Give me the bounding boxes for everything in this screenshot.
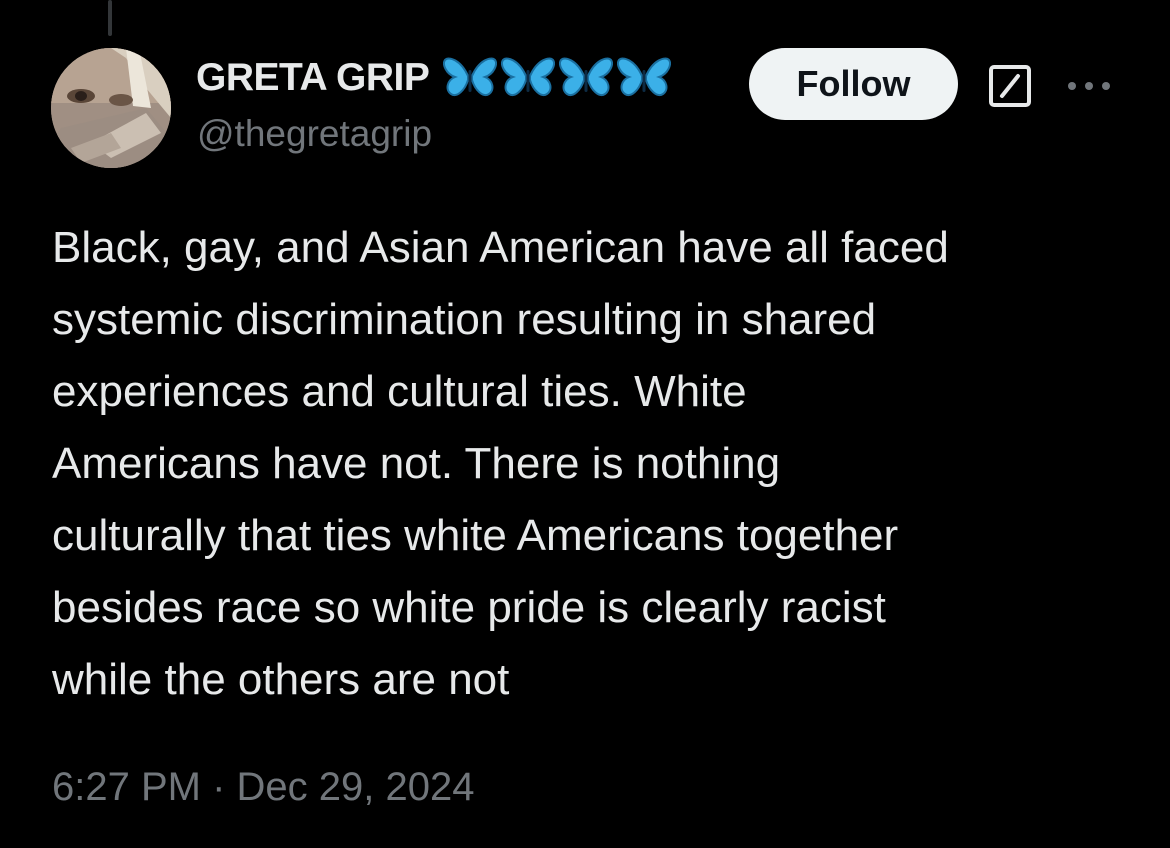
grok-icon[interactable] — [988, 64, 1032, 108]
tweet-date: Dec 29, 2024 — [236, 765, 475, 809]
tweet-text: Black, gay, and Asian American have all … — [52, 212, 1142, 716]
avatar-image — [51, 48, 171, 168]
tweet-time: 6:27 PM — [52, 765, 201, 809]
butterfly-icon — [617, 57, 672, 96]
separator-dot: · — [212, 765, 226, 809]
avatar[interactable] — [51, 48, 171, 168]
butterfly-icon — [559, 57, 614, 96]
tweet-text-line: experiences and cultural ties. White — [52, 367, 747, 416]
author-name-row: GRETA GRIP — [196, 52, 672, 104]
follow-button[interactable]: Follow — [749, 48, 958, 120]
tweet-text-line: Black, gay, and Asian American have all … — [52, 223, 949, 272]
timestamp[interactable]: 6:27 PM · Dec 29, 2024 — [52, 765, 475, 810]
tweet-text-line: systemic discrimination resulting in sha… — [52, 295, 877, 344]
thread-connector-line — [108, 0, 112, 36]
tweet-text-line: Americans have not. There is nothing — [52, 439, 781, 488]
butterfly-icon — [443, 57, 498, 96]
butterfly-icon — [501, 57, 556, 96]
author-display-name[interactable]: GRETA GRIP — [196, 56, 430, 100]
tweet-text-line: culturally that ties white Americans tog… — [52, 511, 899, 560]
tweet-text-line: while the others are not — [52, 655, 510, 704]
more-options-icon[interactable] — [1064, 76, 1114, 96]
name-emoji-group — [443, 56, 672, 100]
tweet-text-line: besides race so white pride is clearly r… — [52, 583, 886, 632]
author-handle[interactable]: @thegretagrip — [197, 113, 432, 155]
